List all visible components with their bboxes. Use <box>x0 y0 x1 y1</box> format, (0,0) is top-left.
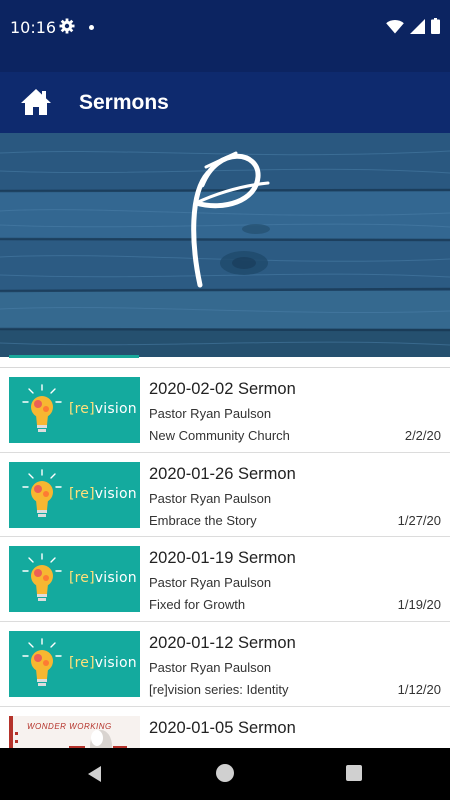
sermon-date: 2/2/20 <box>404 428 441 443</box>
list-item[interactable]: [re]vision 2020-01-12 Sermon Pastor Ryan… <box>0 622 450 707</box>
home-nav-button[interactable] <box>216 764 234 782</box>
sermon-speaker: Pastor Ryan Paulson <box>149 490 272 506</box>
sermon-list[interactable]: [re]vision 2020-02-02 Sermon Pastor Ryan… <box>0 368 450 748</box>
status-bar: 10:16 <box>0 0 450 56</box>
sermon-speaker: Pastor Ryan Paulson <box>149 660 272 676</box>
page-title: Sermons <box>79 91 169 114</box>
gear-icon <box>59 18 75 34</box>
sermon-title: 2020-01-19 Sermon <box>149 549 296 568</box>
recents-button[interactable] <box>346 765 362 781</box>
thumbnail-label: [re]vision <box>69 401 137 417</box>
status-icons <box>386 17 440 35</box>
sermon-series: Fixed for Growth <box>149 597 246 613</box>
sermon-speaker: Pastor Ryan Paulson <box>149 406 272 421</box>
thumbnail-label: [re]vision <box>69 655 137 672</box>
sermon-date: 1/27/20 <box>397 512 441 528</box>
notification-dot-icon <box>89 25 94 30</box>
status-time: 10:16 <box>10 18 57 37</box>
sermon-title: 2020-01-05 Sermon <box>149 718 296 737</box>
thumbnail-label: [re]vision <box>69 570 137 587</box>
sermon-title: 2020-02-02 Sermon <box>149 380 296 398</box>
wood-background <box>0 133 450 357</box>
banner-accent-line <box>9 355 139 358</box>
sermon-date: 1/19/20 <box>397 597 441 613</box>
list-item[interactable]: WONDER WORKING 2020-01-05 Sermon <box>0 707 450 748</box>
home-icon[interactable] <box>20 86 52 118</box>
sermon-thumbnail: WONDER WORKING <box>9 715 140 748</box>
sermon-thumbnail: [re]vision <box>9 546 140 613</box>
signal-icon <box>410 18 425 34</box>
sermon-thumbnail: [re]vision <box>9 377 140 443</box>
thumbnail-label: [re]vision <box>69 485 137 502</box>
battery-icon <box>431 18 440 34</box>
sermon-speaker: Pastor Ryan Paulson <box>149 575 272 591</box>
sermon-date: 1/12/20 <box>397 682 441 698</box>
sermon-title: 2020-01-12 Sermon <box>149 634 296 653</box>
list-item[interactable]: [re]vision 2020-02-02 Sermon Pastor Ryan… <box>0 368 450 453</box>
sermon-thumbnail: [re]vision <box>9 461 140 528</box>
list-item[interactable]: [re]vision 2020-01-19 Sermon Pastor Ryan… <box>0 537 450 623</box>
sermon-series: [re]vision series: Identity <box>149 682 289 698</box>
sermon-title: 2020-01-26 Sermon <box>149 464 296 483</box>
wonder-artwork <box>9 715 127 748</box>
system-nav-bar <box>0 748 450 800</box>
wifi-icon <box>386 19 404 33</box>
list-item[interactable]: [re]vision 2020-01-26 Sermon Pastor Ryan… <box>0 453 450 538</box>
hero-banner <box>0 133 450 357</box>
thumbnail-label: WONDER WORKING <box>27 721 112 731</box>
sermon-series: New Community Church <box>149 428 290 443</box>
back-icon[interactable] <box>86 765 104 783</box>
app-bar: Sermons <box>0 56 450 133</box>
sermon-thumbnail: [re]vision <box>9 631 140 698</box>
sermon-series: Embrace the Story <box>149 512 257 528</box>
